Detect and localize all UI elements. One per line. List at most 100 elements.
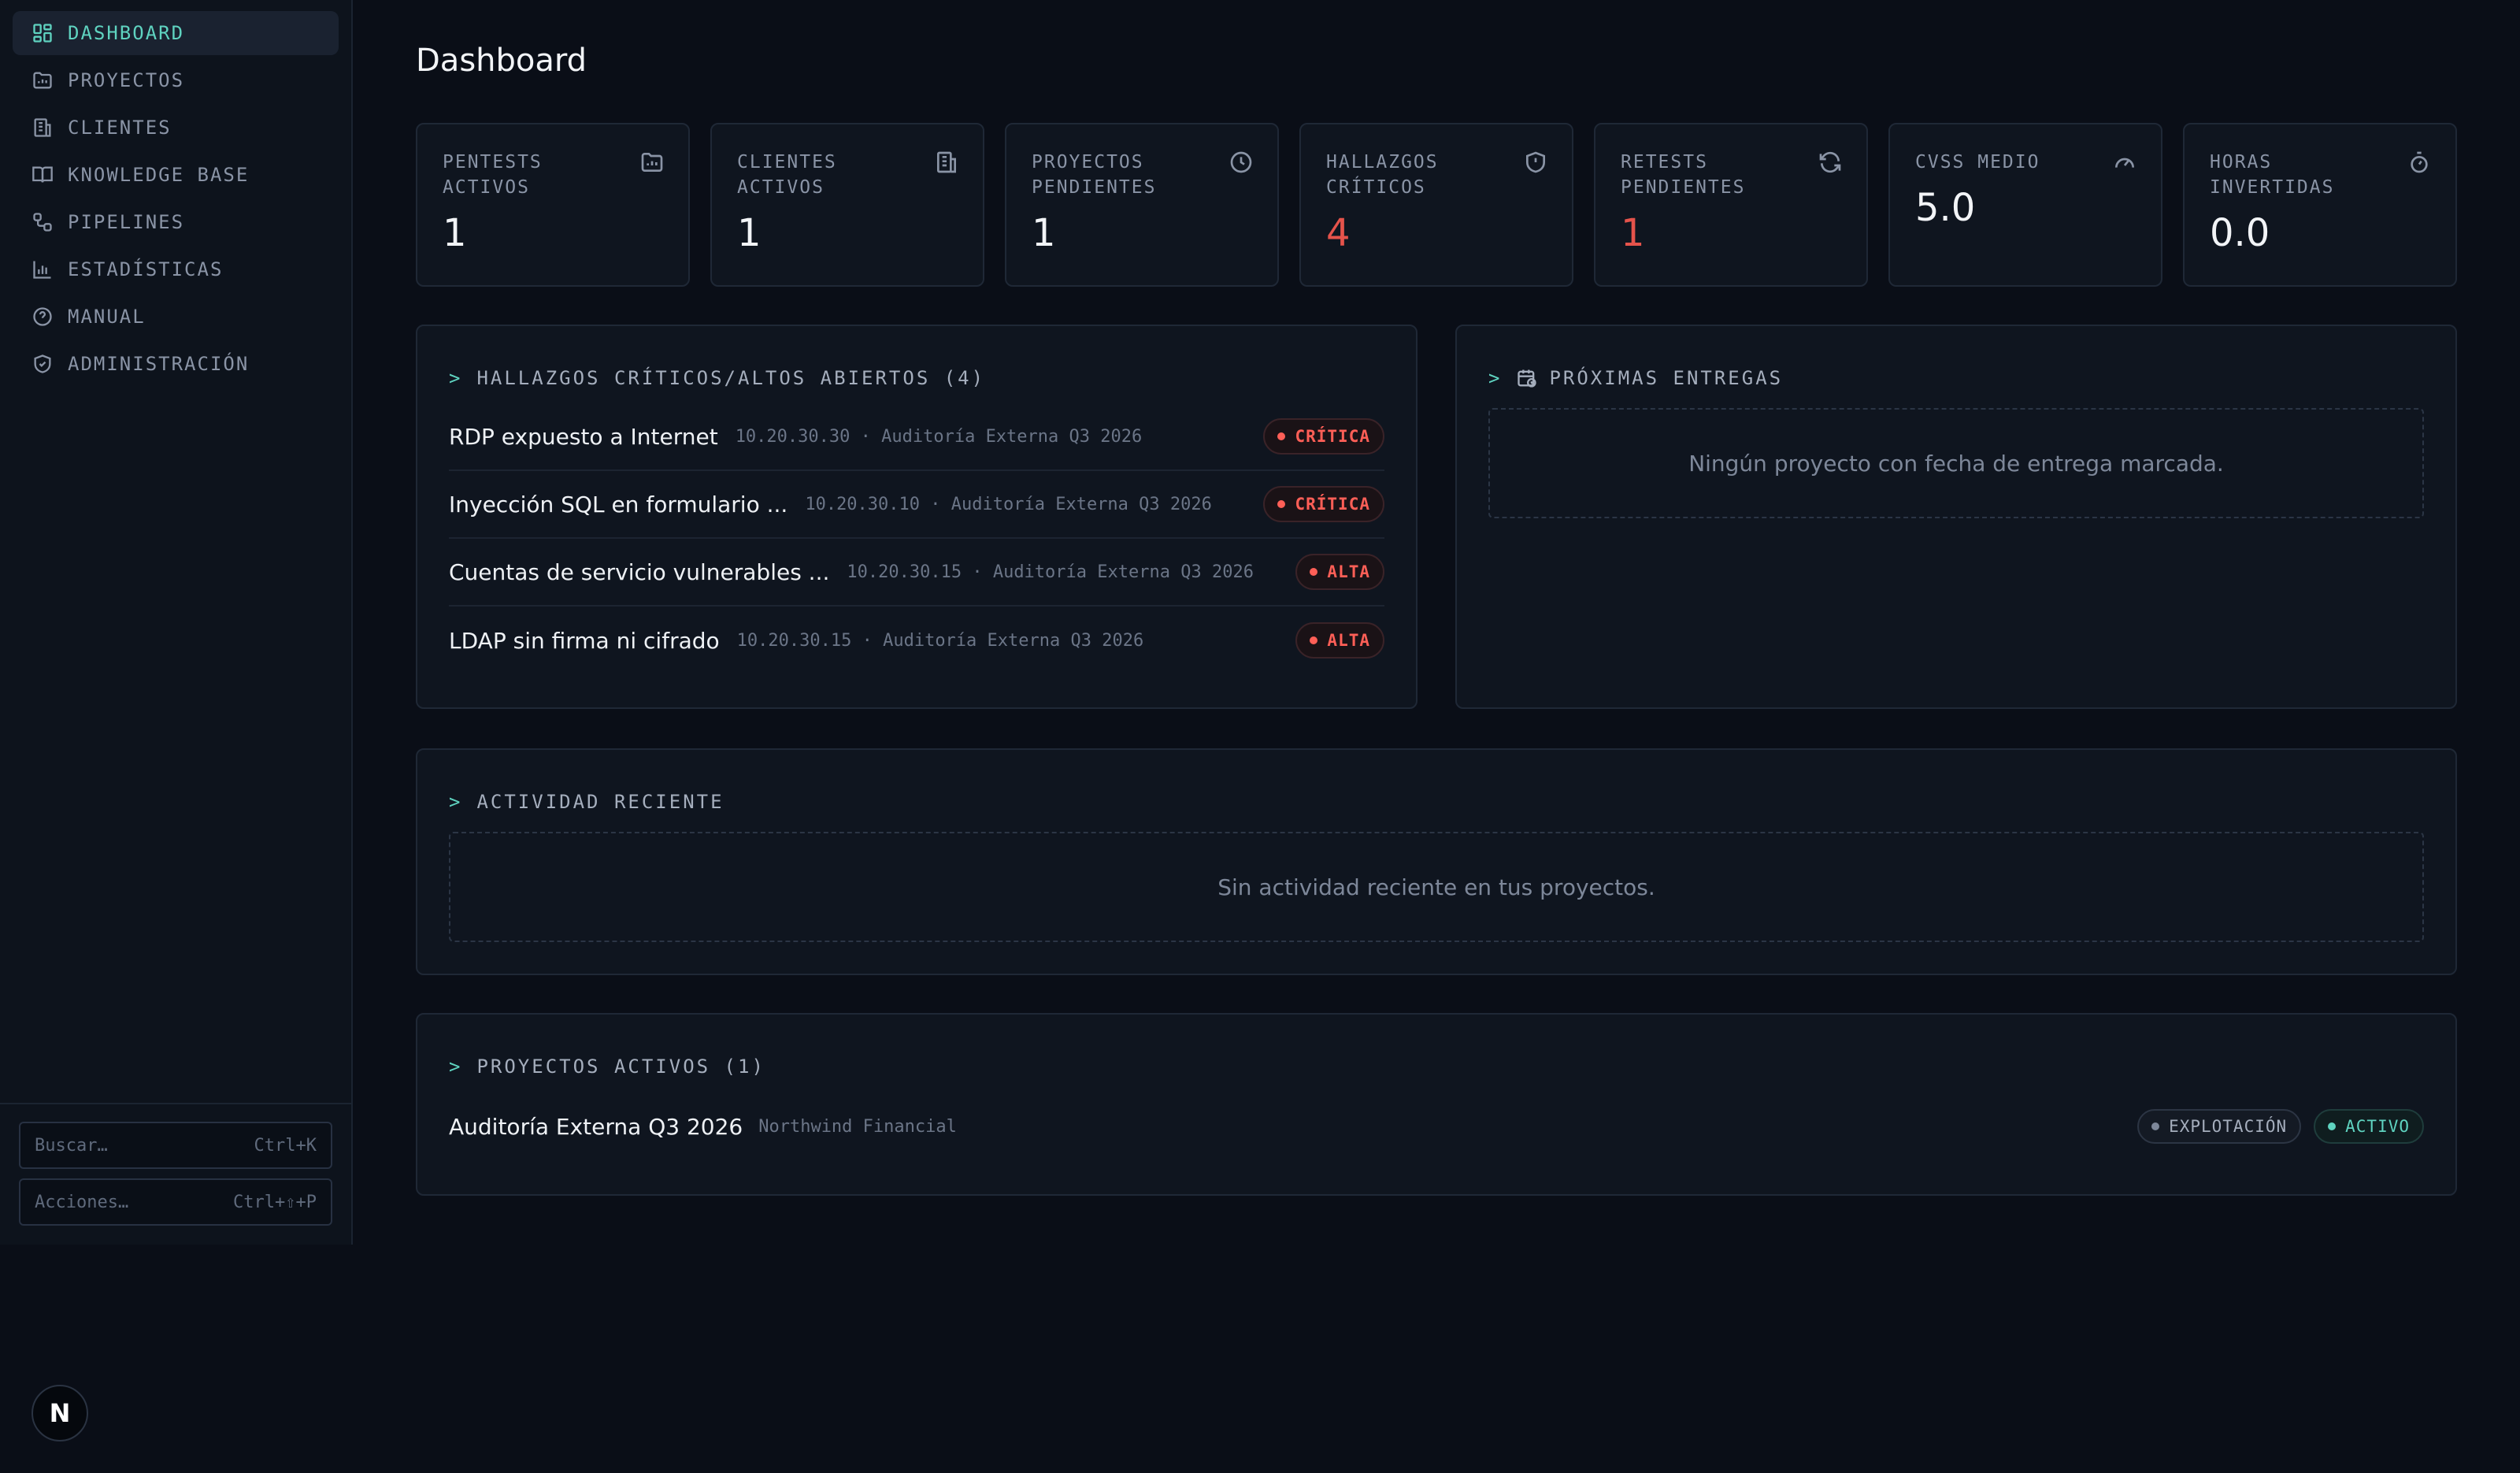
finding-meta: 10.20.30.15 · Auditoría Externa Q3 2026 — [736, 630, 1144, 651]
sidebar: DASHBOARD PROYECTOS CLIENTES KNOWLEDGE B… — [0, 0, 353, 1245]
sidebar-nav: DASHBOARD PROYECTOS CLIENTES KNOWLEDGE B… — [0, 0, 351, 386]
app-logo-button[interactable]: N — [32, 1385, 88, 1441]
activity-panel: > ACTIVIDAD RECIENTE Sin actividad recie… — [416, 748, 2457, 975]
timer-icon — [2407, 150, 2432, 175]
findings-panel-title: HALLAZGOS CRÍTICOS/ALTOS ABIERTOS (4) — [476, 367, 986, 389]
sidebar-item-label: DASHBOARD — [68, 22, 185, 44]
search-input[interactable]: Buscar… Ctrl+K — [19, 1122, 332, 1169]
projects-panel-title: PROYECTOS ACTIVOS (1) — [476, 1056, 765, 1078]
finding-title[interactable]: RDP expuesto a Internet — [449, 424, 718, 450]
refresh-icon — [1818, 150, 1843, 175]
page-title: Dashboard — [416, 43, 587, 79]
stat-card-cvss-medio[interactable]: CVSS MEDIO 5.0 — [1888, 123, 2162, 287]
stat-card-pentests-activos[interactable]: PENTESTS ACTIVOS 1 — [416, 123, 690, 287]
stat-value: 4 — [1326, 211, 1351, 255]
stats-row: PENTESTS ACTIVOS 1 CLIENTES ACTIVOS 1 PR… — [416, 123, 2457, 287]
stat-value: 1 — [1032, 211, 1056, 255]
sidebar-item-manual[interactable]: MANUAL — [13, 295, 339, 339]
sidebar-item-pipelines[interactable]: PIPELINES — [13, 200, 339, 244]
phase-badge: EXPLOTACIÓN — [2137, 1109, 2302, 1144]
dashboard-icon — [32, 22, 54, 44]
stat-value: 1 — [1621, 211, 1645, 255]
finding-row[interactable]: Inyección SQL en formulario ... 10.20.30.… — [449, 471, 1384, 539]
severity-badge: CRÍTICA — [1263, 418, 1384, 455]
sidebar-item-label: ADMINISTRACIÓN — [68, 353, 250, 375]
severity-badge: ALTA — [1295, 554, 1384, 590]
empty-message: Ningún proyecto con fecha de entrega mar… — [1688, 450, 2224, 477]
project-row[interactable]: Auditoría Externa Q3 2026 Northwind Fina… — [449, 1103, 2424, 1150]
sidebar-item-label: PIPELINES — [68, 211, 185, 233]
severity-label: ALTA — [1327, 562, 1370, 581]
sidebar-item-dashboard[interactable]: DASHBOARD — [13, 11, 339, 55]
severity-label: CRÍTICA — [1295, 427, 1370, 446]
actions-shortcut: Ctrl+⇧+P — [233, 1192, 317, 1212]
projects-panel: > PROYECTOS ACTIVOS (1) Auditoría Extern… — [416, 1013, 2457, 1196]
chevron-right-icon: > — [1488, 367, 1503, 389]
stat-value: 5.0 — [1915, 186, 1976, 230]
project-name[interactable]: Auditoría Externa Q3 2026 — [449, 1114, 743, 1140]
stat-card-retests-pendientes[interactable]: RETESTS PENDIENTES 1 — [1594, 123, 1868, 287]
stat-card-clientes-activos[interactable]: CLIENTES ACTIVOS 1 — [710, 123, 984, 287]
command-area: Buscar… Ctrl+K Acciones… Ctrl+⇧+P — [0, 1103, 351, 1245]
sidebar-item-knowledge-base[interactable]: KNOWLEDGE BASE — [13, 153, 339, 197]
stat-label: HORAS INVERTIDAS — [2210, 152, 2335, 198]
sidebar-item-administracion[interactable]: ADMINISTRACIÓN — [13, 342, 339, 386]
logo-letter: N — [49, 1398, 71, 1428]
sidebar-item-clientes[interactable]: CLIENTES — [13, 106, 339, 150]
search-shortcut: Ctrl+K — [254, 1135, 317, 1156]
activity-panel-title: ACTIVIDAD RECIENTE — [476, 791, 724, 813]
panel-title: > PROYECTOS ACTIVOS (1) — [449, 1056, 765, 1078]
stat-card-horas-invertidas[interactable]: HORAS INVERTIDAS 0.0 — [2183, 123, 2457, 287]
search-placeholder: Buscar… — [35, 1135, 108, 1156]
finding-title[interactable]: Cuentas de servicio vulnerables ... — [449, 559, 829, 585]
panel-title: > ACTIVIDAD RECIENTE — [449, 791, 724, 813]
stat-label: RETESTS PENDIENTES — [1621, 152, 1746, 198]
clock-icon — [1228, 150, 1254, 175]
status-dot — [2328, 1122, 2337, 1130]
deliveries-empty-state: Ningún proyecto con fecha de entrega mar… — [1488, 408, 2424, 518]
status-dot — [2151, 1122, 2160, 1130]
sidebar-item-estadisticas[interactable]: ESTADÍSTICAS — [13, 247, 339, 291]
stat-value: 1 — [443, 211, 467, 255]
activity-empty-state: Sin actividad reciente en tus proyectos. — [449, 832, 2424, 942]
finding-row[interactable]: Cuentas de servicio vulnerables ... 10.20… — [449, 539, 1384, 607]
panel-title: > PRÓXIMAS ENTREGAS — [1488, 367, 1783, 389]
shield-alert-icon — [1523, 150, 1548, 175]
finding-title[interactable]: Inyección SQL en formulario ... — [449, 492, 788, 518]
severity-label: ALTA — [1327, 631, 1370, 650]
finding-meta: 10.20.30.15 · Auditoría Externa Q3 2026 — [847, 562, 1254, 582]
building-icon — [934, 150, 959, 175]
shield-icon — [32, 353, 54, 375]
severity-dot — [1310, 636, 1318, 644]
stat-value: 1 — [737, 211, 762, 255]
deliveries-panel: > PRÓXIMAS ENTREGAS Ningún proyecto con … — [1455, 325, 2457, 709]
severity-dot — [1277, 500, 1286, 508]
sidebar-item-label: ESTADÍSTICAS — [68, 258, 224, 280]
actions-input[interactable]: Acciones… Ctrl+⇧+P — [19, 1178, 332, 1226]
sidebar-item-label: PROYECTOS — [68, 69, 185, 91]
folder-chart-icon — [639, 150, 665, 175]
deliveries-panel-title: PRÓXIMAS ENTREGAS — [1549, 367, 1784, 389]
stat-card-hallazgos-criticos[interactable]: HALLAZGOS CRÍTICOS 4 — [1299, 123, 1573, 287]
severity-badge: CRÍTICA — [1263, 486, 1384, 522]
folder-icon — [32, 69, 54, 91]
status-label: ACTIVO — [2345, 1117, 2410, 1136]
finding-row[interactable]: RDP expuesto a Internet 10.20.30.30 · Aud… — [449, 403, 1384, 471]
finding-title[interactable]: LDAP sin firma ni cifrado — [449, 628, 720, 654]
empty-message: Sin actividad reciente en tus proyectos. — [1217, 874, 1655, 900]
sidebar-item-proyectos[interactable]: PROYECTOS — [13, 58, 339, 102]
finding-row[interactable]: LDAP sin firma ni cifrado 10.20.30.15 · A… — [449, 607, 1384, 674]
status-badge: ACTIVO — [2314, 1109, 2424, 1144]
actions-placeholder: Acciones… — [35, 1192, 129, 1212]
stat-card-proyectos-pendientes[interactable]: PROYECTOS PENDIENTES 1 — [1005, 123, 1279, 287]
stat-label: CLIENTES ACTIVOS — [737, 152, 837, 198]
gauge-icon — [2112, 150, 2137, 175]
chevron-right-icon: > — [449, 791, 463, 813]
severity-dot — [1277, 432, 1286, 440]
bar-chart-icon — [32, 258, 54, 280]
stat-label: PROYECTOS PENDIENTES — [1032, 152, 1157, 198]
sidebar-item-label: CLIENTES — [68, 117, 172, 139]
project-client: Northwind Financial — [758, 1116, 957, 1137]
stat-label: CVSS MEDIO — [1915, 152, 2040, 173]
findings-panel: > HALLAZGOS CRÍTICOS/ALTOS ABIERTOS (4) … — [416, 325, 1418, 709]
